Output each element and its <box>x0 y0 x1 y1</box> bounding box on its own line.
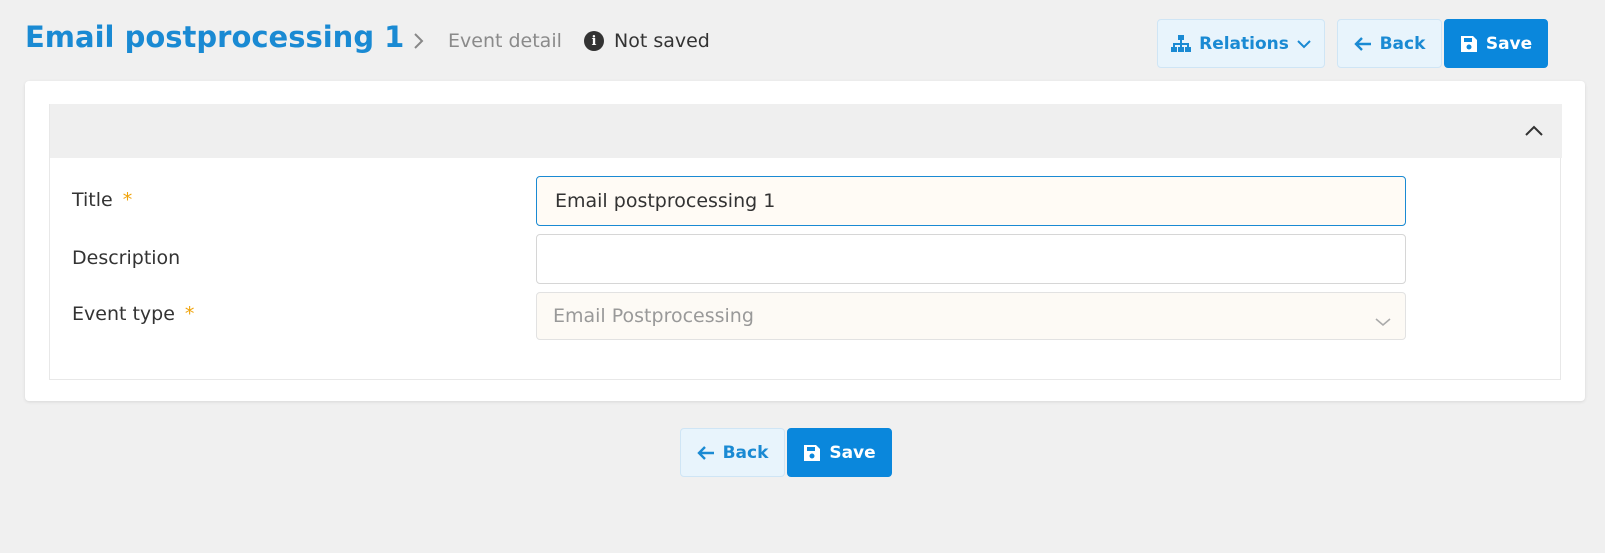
status-text: Not saved <box>614 30 710 52</box>
sitemap-icon <box>1171 34 1192 53</box>
save-button[interactable]: Save <box>1444 19 1548 68</box>
floppy-disk-icon <box>1460 35 1478 53</box>
chevron-right-icon <box>412 32 424 54</box>
footer-save-button[interactable]: Save <box>787 428 892 477</box>
breadcrumb: Event detail <box>448 30 562 52</box>
event-type-value: Email Postprocessing <box>553 305 754 327</box>
title-label: Title * <box>72 189 133 211</box>
floppy-disk-icon <box>803 444 821 462</box>
arrow-left-icon <box>1353 36 1372 52</box>
back-label: Back <box>722 442 769 463</box>
required-marker: * <box>122 189 133 211</box>
chevron-down-icon <box>1375 310 1391 332</box>
page-title: Email postprocessing 1 <box>25 20 405 54</box>
title-input[interactable] <box>536 176 1406 226</box>
save-label: Save <box>1485 33 1533 54</box>
form-card: Title* Description Event type* Email Pos… <box>25 81 1585 401</box>
required-marker: * <box>184 303 195 325</box>
event-type-label: Event type * <box>72 303 195 325</box>
arrow-left-icon <box>696 445 715 461</box>
form-panel: Title* Description Event type* Email Pos… <box>49 104 1562 380</box>
back-button[interactable]: Back <box>1337 19 1442 68</box>
relations-button[interactable]: Relations <box>1157 19 1325 68</box>
footer-back-button[interactable]: Back <box>680 428 785 477</box>
description-label: Description <box>72 247 181 269</box>
chevron-down-icon <box>1297 39 1311 49</box>
panel-header <box>50 104 1562 158</box>
chevron-up-icon[interactable] <box>1524 122 1544 138</box>
description-input[interactable] <box>536 234 1406 284</box>
back-label: Back <box>1379 33 1426 54</box>
info-icon: i <box>584 31 604 51</box>
event-type-select[interactable]: Email Postprocessing <box>536 292 1406 340</box>
relations-label: Relations <box>1199 33 1289 54</box>
save-label: Save <box>829 442 876 463</box>
save-status: i Not saved <box>584 30 710 52</box>
